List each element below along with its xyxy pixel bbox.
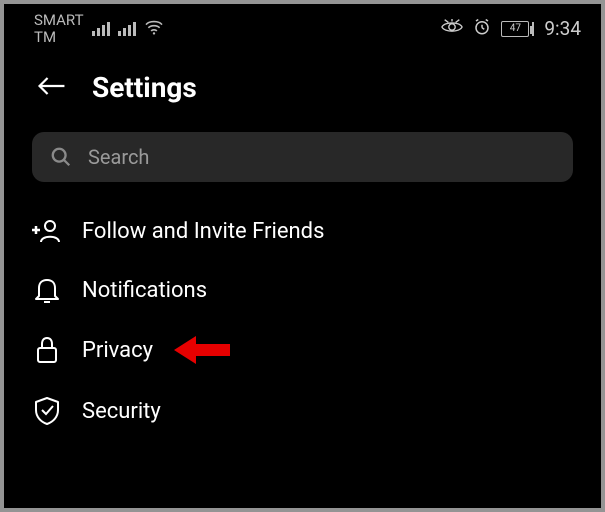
arrow-left-icon: [36, 72, 68, 100]
menu-label: Privacy: [82, 338, 153, 363]
app-screen: SMART TM: [4, 4, 601, 508]
shield-check-icon: [32, 396, 62, 426]
menu-label: Security: [82, 399, 161, 424]
lock-icon: [32, 336, 62, 364]
menu-item-notifications[interactable]: Notifications: [4, 260, 601, 320]
clock: 9:34: [544, 17, 581, 40]
menu-item-privacy[interactable]: Privacy: [4, 320, 601, 380]
statusbar-right: 47 9:34: [441, 17, 581, 40]
signal-bars-icon: [92, 22, 110, 36]
signal-bars-icon-2: [118, 22, 136, 36]
menu-item-follow-invite[interactable]: Follow and Invite Friends: [4, 202, 601, 260]
carrier-line2: TM: [34, 29, 84, 46]
add-person-icon: [32, 218, 62, 244]
search-icon: [50, 146, 72, 168]
battery-icon: 47: [501, 21, 534, 37]
settings-menu: Follow and Invite Friends Notifications …: [4, 202, 601, 442]
search-input[interactable]: Search: [32, 132, 573, 182]
carrier-line1: SMART: [34, 12, 84, 29]
wifi-icon: [144, 19, 164, 39]
status-bar: SMART TM: [4, 4, 601, 49]
back-button[interactable]: [36, 72, 68, 104]
page-title: Settings: [92, 71, 197, 104]
eye-icon: [441, 19, 463, 39]
header: Settings: [4, 49, 601, 132]
statusbar-left: SMART TM: [34, 12, 164, 45]
menu-label: Notifications: [82, 278, 207, 303]
menu-label: Follow and Invite Friends: [82, 219, 324, 244]
carrier-label: SMART TM: [34, 12, 84, 45]
menu-item-security[interactable]: Security: [4, 380, 601, 442]
search-placeholder: Search: [88, 145, 149, 169]
alarm-icon: [473, 18, 491, 40]
bell-icon: [32, 276, 62, 304]
battery-level: 47: [501, 21, 529, 37]
annotation-arrow-icon: [174, 332, 234, 368]
